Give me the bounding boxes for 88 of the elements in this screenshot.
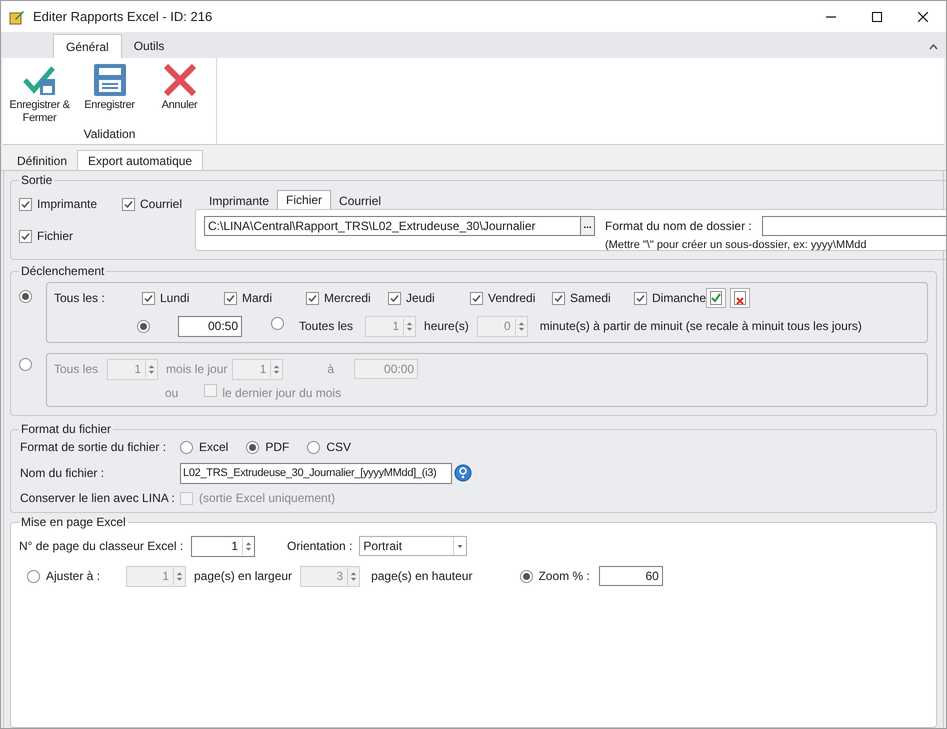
checkbox[interactable]	[204, 384, 218, 397]
radio-button[interactable]	[271, 317, 284, 330]
help-icon[interactable]	[454, 464, 472, 482]
radio-button[interactable]	[19, 358, 32, 371]
window-title: Editer Rapports Excel - ID: 216	[33, 8, 212, 26]
checkbox[interactable]	[552, 292, 565, 304]
cross-icon	[162, 64, 196, 96]
label: Ajuster à :	[46, 568, 102, 585]
label: Format du nom de dossier :	[605, 218, 752, 235]
checkbox[interactable]	[224, 292, 237, 304]
label: mois le jour	[166, 361, 228, 378]
radio-button[interactable]	[246, 440, 260, 454]
label: Nom du fichier :	[20, 465, 106, 482]
orientation-dropdown[interactable]: Portrait	[359, 536, 468, 556]
output-tab[interactable]: Courriel	[331, 192, 390, 209]
check-all-button[interactable]	[706, 288, 726, 308]
group-title: Déclenchement	[21, 264, 104, 278]
group-title: Mise en page Excel	[21, 515, 126, 529]
label: Dimanche	[652, 290, 706, 307]
path-field[interactable]: C:\LINA\Central\Rapport_TRS\L02_Extrudeuse_30\Journalier	[204, 216, 581, 236]
label: PDF	[265, 439, 290, 456]
label: Format de sortie du fichier :	[20, 439, 168, 456]
output-tab[interactable]: Imprimante	[201, 192, 278, 209]
label: Toutes les	[299, 318, 354, 335]
label: Courriel	[140, 196, 182, 213]
label: page(s) en largeur	[194, 568, 292, 585]
radio-button[interactable]	[180, 440, 193, 454]
radio-button[interactable]	[520, 570, 534, 583]
label: Conserver le lien avec LINA :	[20, 490, 176, 507]
label: Fichier	[37, 228, 74, 245]
label: CSV	[326, 439, 352, 456]
label: Imprimante	[37, 196, 98, 213]
number-spinner[interactable]: 1	[191, 536, 255, 556]
label: le dernier jour du mois	[222, 385, 342, 402]
label: minute(s) à partir de minuit (se recale à minuit tous les jours)	[540, 318, 862, 335]
group-label: Validation	[84, 126, 136, 143]
checkbox[interactable]	[142, 292, 155, 304]
ribbon-button[interactable]: Annuler	[146, 64, 214, 112]
zoom-field[interactable]: 60	[598, 566, 663, 586]
radio-button[interactable]	[307, 440, 320, 454]
ribbon-button[interactable]: Enregistrer & Fermer	[6, 64, 74, 125]
ribbon-button[interactable]: Enregistrer	[76, 64, 144, 112]
folder-format-field[interactable]	[762, 216, 946, 236]
close-icon	[918, 12, 928, 22]
uncheck-all-button[interactable]	[730, 288, 750, 308]
label: Vendredi	[488, 290, 536, 307]
ribbon-tab[interactable]: Général	[53, 34, 122, 58]
label: (sortie Excel uniquement)	[199, 490, 336, 507]
ribbon-tab[interactable]: Outils	[122, 34, 176, 58]
browse-button[interactable]: ...	[581, 216, 595, 236]
checkbox[interactable]	[388, 292, 401, 304]
label: heure(s)	[424, 318, 469, 335]
output-tab[interactable]: Fichier	[277, 190, 332, 209]
checkbox[interactable]	[634, 292, 647, 304]
time-field[interactable]: 00:50	[178, 316, 242, 336]
label: Mercredi	[324, 290, 371, 307]
group-title: Sortie	[21, 173, 52, 187]
label: Lundi	[160, 290, 190, 307]
checkbox[interactable]	[19, 198, 32, 210]
label: Tous les :	[54, 290, 106, 307]
collapse-icon[interactable]	[929, 44, 938, 50]
group-title: Format du fichier	[21, 422, 112, 436]
radio-button[interactable]	[27, 570, 40, 582]
checkbox[interactable]	[122, 198, 135, 210]
label: N° de page du classeur Excel :	[19, 538, 184, 555]
radio-button[interactable]	[19, 290, 32, 303]
checkbox[interactable]	[470, 292, 483, 304]
label: Orientation :	[287, 538, 352, 555]
radio-button[interactable]	[137, 320, 150, 333]
checkbox[interactable]	[306, 292, 319, 304]
file-name-field[interactable]: L02_TRS_Extrudeuse_30_Journalier_[yyyyMMdd]_(i3)	[180, 462, 452, 484]
maximize-icon	[872, 12, 882, 22]
hint-text: (Mettre "\" pour créer un sous-dossier, ex: yyyy\MMdd	[605, 238, 868, 253]
label: Mardi	[242, 290, 272, 307]
checkbox[interactable]	[19, 230, 32, 242]
checkbox[interactable]	[180, 492, 193, 504]
check-disk-icon	[22, 64, 56, 96]
label: Jeudi	[406, 290, 435, 307]
label: à	[327, 361, 334, 378]
label: page(s) en hauteur	[371, 568, 472, 585]
label: Excel	[199, 439, 228, 456]
notepad-pencil-icon	[9, 8, 25, 24]
label: Zoom % :	[538, 568, 590, 585]
page-tab[interactable]: Définition	[7, 152, 78, 170]
label: Samedi	[570, 290, 611, 307]
label: ou	[165, 385, 178, 402]
label: Tous les	[54, 361, 98, 378]
page-tab[interactable]: Export automatique	[77, 150, 204, 170]
